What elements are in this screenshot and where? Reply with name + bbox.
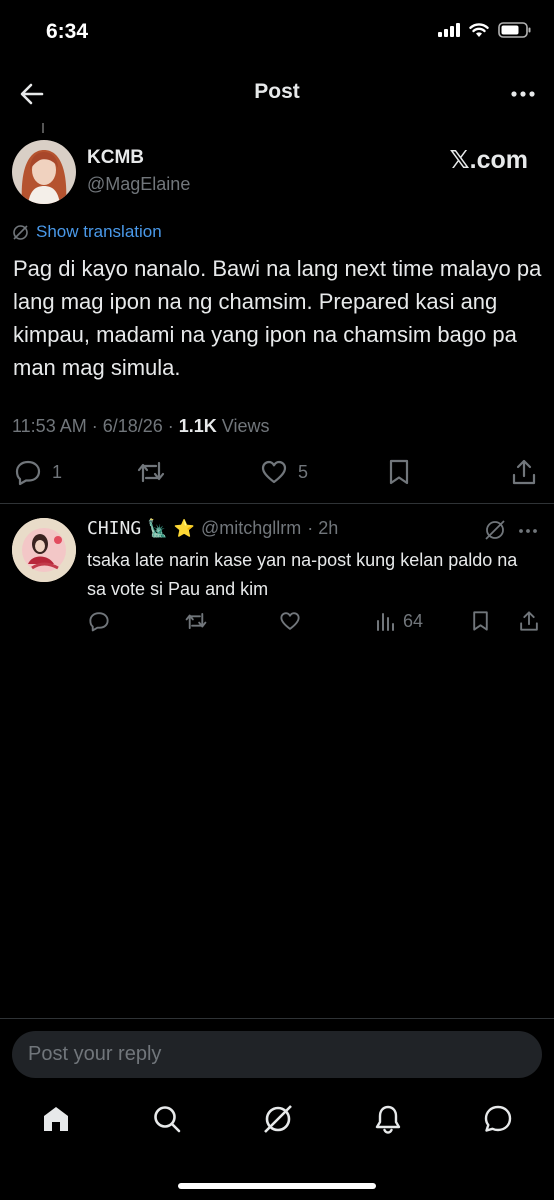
messages-icon — [484, 1105, 512, 1132]
author-handle[interactable]: @MagElaine — [87, 174, 190, 195]
repost-icon — [185, 612, 207, 630]
reply-author[interactable]: CHING 🗽 ⭐️ @mitchgllrm · 2h — [87, 518, 338, 539]
more-icon — [511, 91, 535, 97]
like-count: 5 — [298, 461, 309, 482]
reply-avatar[interactable] — [12, 518, 76, 582]
bookmark-icon — [389, 459, 409, 485]
more-options-button[interactable] — [510, 82, 536, 111]
notifications-icon — [375, 1105, 401, 1134]
post-text: Pag di kayo nanalo. Bawi na lang next ti… — [13, 256, 542, 380]
heart-icon — [280, 612, 300, 630]
grok-icon — [485, 520, 505, 540]
home-indicator — [178, 1183, 376, 1189]
home-icon — [44, 1107, 68, 1131]
divider — [0, 503, 554, 504]
reply-icon — [89, 612, 109, 632]
post-actions: 1 5 — [0, 458, 554, 492]
reply-views-count: 64 — [403, 610, 424, 631]
reply-avatar-image — [12, 518, 76, 582]
status-icons — [438, 22, 532, 38]
reply-input-placeholder: Post your reply — [28, 1043, 162, 1065]
reply-share-button[interactable] — [518, 610, 540, 632]
search-icon — [154, 1106, 181, 1133]
show-translation-link[interactable]: Show translation — [12, 222, 162, 242]
bookmark-icon — [473, 611, 488, 631]
reply-grok-button[interactable] — [484, 519, 506, 546]
tab-home[interactable] — [40, 1103, 72, 1140]
battery-icon — [498, 22, 531, 38]
x-com-watermark: 𝕏.com — [449, 146, 529, 174]
reply-views-button[interactable]: 64 — [375, 610, 423, 632]
divider — [0, 1018, 554, 1019]
reply-repost-button[interactable] — [184, 610, 208, 632]
grok-icon — [264, 1105, 292, 1133]
avatar-image — [12, 140, 76, 204]
author-name[interactable]: KCMB — [87, 147, 144, 169]
tab-messages[interactable] — [482, 1103, 514, 1140]
tab-grok[interactable] — [262, 1103, 294, 1140]
views-count: 1.1K — [178, 416, 217, 436]
bookmark-button[interactable] — [386, 458, 412, 486]
reply-author-handle: @mitchgllrm — [200, 518, 302, 538]
reply-more-button[interactable] — [518, 524, 538, 542]
post-meta: 11:53 AM · 6/18/26 · 1.1K Views — [12, 416, 270, 437]
repost-button[interactable] — [136, 458, 166, 486]
share-icon — [512, 459, 536, 485]
analytics-icon — [377, 613, 394, 631]
views-label: Views — [216, 416, 270, 436]
more-icon — [519, 529, 537, 533]
reply-bookmark-button[interactable] — [470, 610, 491, 632]
tab-notifications[interactable] — [372, 1103, 404, 1140]
signal-icon — [438, 23, 460, 37]
share-icon — [520, 611, 538, 631]
page-title: Post — [254, 80, 300, 103]
status-time: 6:34 — [46, 20, 89, 43]
repost-icon — [137, 461, 165, 483]
reply-author-name: CHING — [87, 518, 142, 539]
reply-count: 1 — [52, 461, 63, 482]
show-translation-label: Show translation — [36, 222, 162, 241]
wifi-icon — [469, 22, 489, 37]
reply-text: tsaka late narin kase yan na-post kung k… — [87, 550, 518, 599]
reply-reply-button[interactable] — [88, 610, 110, 632]
reply-actions: 64 — [0, 610, 554, 640]
reply-like-button[interactable] — [279, 610, 301, 632]
post-timestamp: 11:53 AM · 6/18/26 · — [12, 416, 179, 436]
reply-author-emoji: 🗽 ⭐️ — [147, 518, 195, 539]
reply-icon — [15, 460, 41, 486]
heart-icon — [261, 460, 287, 484]
tab-bar — [0, 1103, 554, 1143]
share-button[interactable] — [510, 458, 538, 486]
reply-time: · 2h — [307, 518, 339, 538]
tab-search[interactable] — [151, 1103, 183, 1140]
thread-line — [42, 123, 44, 133]
translate-icon — [13, 224, 28, 240]
reply-button[interactable]: 1 — [14, 458, 62, 486]
like-button[interactable]: 5 — [260, 458, 308, 486]
avatar[interactable] — [12, 140, 76, 204]
